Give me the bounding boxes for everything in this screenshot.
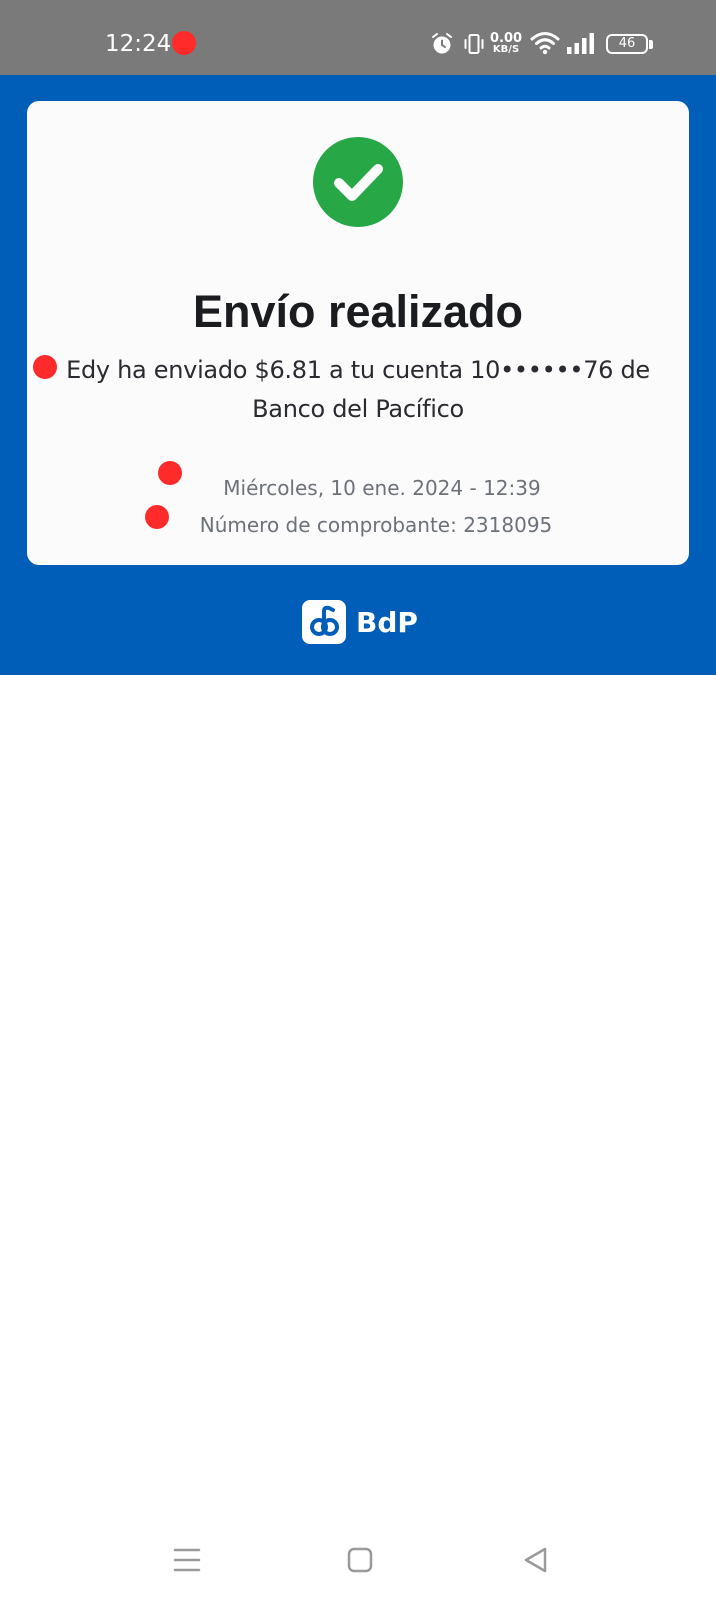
status-bar: 12:24 0.00 KB/S 46 <box>0 0 716 75</box>
menu-icon[interactable] <box>167 1540 207 1580</box>
battery-level: 46 <box>618 36 636 51</box>
signal-icon <box>566 32 596 61</box>
transfer-message: Edy ha enviado $6.81 a tu cuenta 10•••••… <box>66 356 650 423</box>
receipt-title: Envío realizado <box>192 286 524 337</box>
battery-tip <box>649 40 653 49</box>
battery-icon: 46 <box>606 34 648 54</box>
recording-dot <box>172 31 196 55</box>
home-icon[interactable] <box>340 1540 380 1580</box>
net-speed: 0.00 KB/S <box>490 32 522 55</box>
transfer-date: Miércoles, 10 ene. 2024 - 12:39 <box>223 476 541 500</box>
bdp-logo-icon <box>302 600 346 644</box>
success-check-icon <box>313 137 403 227</box>
system-nav-bar <box>0 1520 716 1600</box>
alarm-icon <box>430 32 454 61</box>
back-icon[interactable] <box>516 1540 556 1580</box>
status-icons: 0.00 KB/S 46 <box>430 32 660 58</box>
receipt-card: Envío realizado Edy ha enviado $6.81 a t… <box>27 101 689 565</box>
wifi-icon <box>530 30 560 61</box>
receipt-section: Envío realizado Edy ha enviado $6.81 a t… <box>0 75 716 675</box>
brand-name: BdP <box>356 606 418 639</box>
receipt-number: Número de comprobante: 2318095 <box>199 513 553 537</box>
net-speed-unit: KB/S <box>492 44 520 55</box>
status-time: 12:24 <box>105 31 172 57</box>
vibrate-icon <box>462 32 486 61</box>
